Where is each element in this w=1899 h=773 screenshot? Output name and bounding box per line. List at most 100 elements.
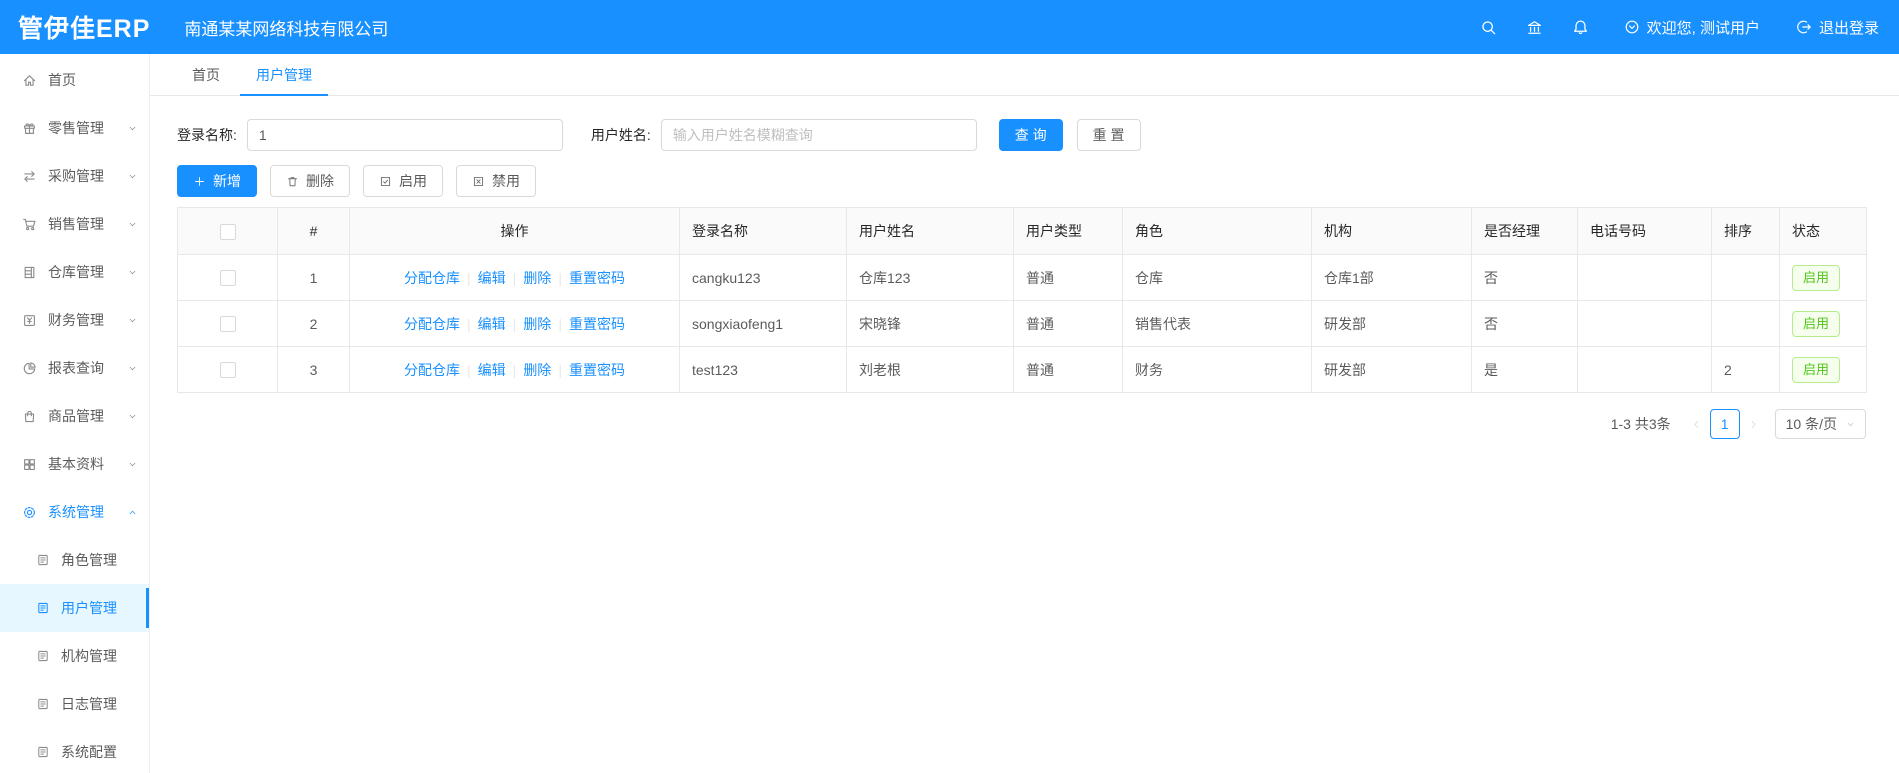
- column-header-6: 机构: [1311, 207, 1472, 255]
- logout-button[interactable]: 退出登录: [1796, 17, 1879, 38]
- cell-phone: [1577, 346, 1712, 393]
- sidebar-item-basedata[interactable]: 基本资料: [0, 440, 149, 488]
- edit-link[interactable]: 编辑: [478, 316, 506, 332]
- status-badge[interactable]: 启用: [1792, 310, 1841, 337]
- table-row: 1 分配仓库 | 编辑 | 删除 | 重置密码 cangku123 仓库123 普通 仓库 仓库1部否 启…: [177, 254, 1867, 301]
- cell-sort: [1711, 254, 1780, 301]
- search-icon[interactable]: [1480, 19, 1497, 36]
- sidebar-subitem-organization[interactable]: 机构管理: [0, 632, 149, 680]
- edit-link[interactable]: 编辑: [478, 362, 506, 378]
- sidebar-item-home[interactable]: 首页: [0, 56, 149, 104]
- pagination: 1-3 共3条 1 10 条/页: [177, 409, 1866, 439]
- column-header-0: #: [277, 207, 350, 255]
- column-header-10: 状态: [1779, 207, 1867, 255]
- action-separator: |: [467, 361, 471, 378]
- enable-button[interactable]: 启用: [363, 165, 443, 197]
- toolbar: 新增 删除 启用 禁用: [177, 165, 1866, 197]
- tab-bar: 首页 用户管理: [150, 54, 1899, 96]
- button-label: 新增: [213, 173, 241, 189]
- top-bar: 管伊佳ERP 南通某某网络科技有限公司 欢迎您, 测试用户 退出登录: [0, 0, 1899, 54]
- row-checkbox-cell: [177, 346, 278, 393]
- filter-bar: 登录名称: 用户姓名: 查 询 重 置: [177, 119, 1866, 151]
- cell-user-name: 宋晓锋: [846, 300, 1014, 347]
- page-number-1[interactable]: 1: [1709, 409, 1740, 439]
- cell-status: 启用: [1779, 346, 1867, 393]
- user-name-input[interactable]: [660, 119, 977, 151]
- assign-depot-link[interactable]: 分配仓库: [404, 362, 460, 378]
- sidebar-item-purchase[interactable]: 采购管理: [0, 152, 149, 200]
- sidebar-item-system[interactable]: 系统管理: [0, 488, 149, 536]
- purchase-swap-icon: [22, 169, 37, 184]
- sidebar-item-report[interactable]: 报表查询: [0, 344, 149, 392]
- sidebar-item-finance[interactable]: 财务管理: [0, 296, 149, 344]
- page-size-select[interactable]: 10 条/页: [1774, 409, 1866, 439]
- search-button[interactable]: 查 询: [998, 119, 1063, 151]
- chevron-down-icon: [128, 364, 137, 373]
- row-checkbox[interactable]: [219, 270, 236, 287]
- sidebar-item-label: 报表查询: [48, 360, 104, 376]
- delete-link[interactable]: 删除: [523, 362, 551, 378]
- add-button[interactable]: 新增: [177, 165, 257, 197]
- status-badge[interactable]: 启用: [1792, 264, 1841, 291]
- sidebar-subitem-role[interactable]: 角色管理: [0, 536, 149, 584]
- cell-user-name: 刘老根: [846, 346, 1014, 393]
- next-page-button[interactable]: [1748, 419, 1759, 430]
- bank-icon[interactable]: [1526, 19, 1543, 36]
- column-header-8: 电话号码: [1577, 207, 1712, 255]
- row-checkbox[interactable]: [219, 316, 236, 333]
- check-square-icon: [379, 175, 392, 188]
- sidebar-subitem-config[interactable]: 系统配置: [0, 728, 149, 773]
- sidebar-item-retail[interactable]: 零售管理: [0, 104, 149, 152]
- action-separator: |: [512, 269, 517, 286]
- delete-link[interactable]: 删除: [523, 316, 551, 332]
- delete-link[interactable]: 删除: [523, 270, 551, 286]
- button-label: 删除: [306, 173, 334, 189]
- sidebar-item-material[interactable]: 商品管理: [0, 392, 149, 440]
- cell-phone: [1577, 300, 1712, 347]
- sidebar-subitem-label: 机构管理: [61, 648, 117, 664]
- column-header-5: 角色: [1122, 207, 1312, 255]
- row-checkbox[interactable]: [219, 362, 236, 379]
- cell-role: 仓库: [1122, 254, 1312, 301]
- action-separator: |: [467, 315, 471, 332]
- warehouse-icon: [22, 265, 37, 280]
- select-all-checkbox[interactable]: [219, 223, 236, 240]
- status-badge[interactable]: 启用: [1792, 356, 1841, 383]
- reset-button[interactable]: 重 置: [1076, 119, 1141, 151]
- action-separator: |: [467, 269, 471, 286]
- edit-link[interactable]: 编辑: [478, 270, 506, 286]
- close-square-icon: [472, 175, 485, 188]
- column-header-7: 是否经理: [1471, 207, 1578, 255]
- sidebar-subitem-user[interactable]: 用户管理: [0, 584, 149, 632]
- column-header-1: 操作: [349, 207, 680, 255]
- delete-button[interactable]: 删除: [270, 165, 350, 197]
- user-menu[interactable]: 欢迎您, 测试用户: [1624, 17, 1760, 38]
- chevron-down-icon: [128, 220, 137, 229]
- chevron-down-icon: [128, 460, 137, 469]
- reset-password-link[interactable]: 重置密码: [569, 362, 625, 378]
- page-size-label: 10 条/页: [1785, 416, 1837, 432]
- sidebar-item-depot[interactable]: 仓库管理: [0, 248, 149, 296]
- cell-phone: [1577, 254, 1712, 301]
- tab-home[interactable]: 首页: [190, 54, 222, 95]
- action-separator: |: [512, 315, 517, 332]
- basedata-grid-icon: [22, 457, 37, 472]
- sidebar-subitem-log[interactable]: 日志管理: [0, 680, 149, 728]
- prev-page-button[interactable]: [1691, 419, 1702, 430]
- reset-password-link[interactable]: 重置密码: [569, 270, 625, 286]
- cell-is-manager: 否: [1471, 300, 1578, 347]
- login-name-input[interactable]: [246, 119, 563, 151]
- disable-button[interactable]: 禁用: [456, 165, 536, 197]
- sidebar-subitem-label: 角色管理: [61, 552, 117, 568]
- row-index: 1: [277, 254, 350, 301]
- assign-depot-link[interactable]: 分配仓库: [404, 270, 460, 286]
- column-header-4: 用户类型: [1013, 207, 1123, 255]
- reset-password-link[interactable]: 重置密码: [569, 316, 625, 332]
- bell-icon[interactable]: [1572, 19, 1589, 36]
- tab-user-management[interactable]: 用户管理: [240, 54, 328, 96]
- table-header-row: # 操作 登录名称 用户姓名 用户类型 角色 机构 是否经理 电话号码 排序 状态: [177, 207, 1867, 255]
- assign-depot-link[interactable]: 分配仓库: [404, 316, 460, 332]
- action-separator: |: [558, 269, 562, 286]
- sidebar-item-label: 商品管理: [48, 408, 104, 424]
- sidebar-item-sale[interactable]: 销售管理: [0, 200, 149, 248]
